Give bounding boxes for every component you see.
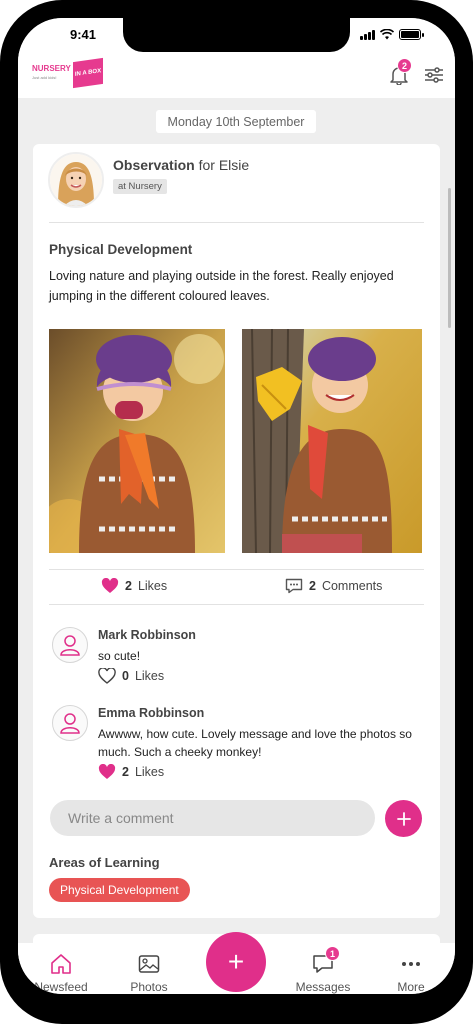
commenter-avatar[interactable] xyxy=(52,705,88,741)
user-icon xyxy=(60,635,80,656)
child-portrait-image xyxy=(50,154,102,206)
comment-likes-count: 2 xyxy=(122,765,129,779)
create-post-button[interactable]: + xyxy=(206,932,266,992)
app-logo[interactable]: NURSERY Just add kids! IN A BOX xyxy=(32,57,103,89)
comments-label: Comments xyxy=(321,579,383,593)
commenter-name: Mark Robbinson xyxy=(98,628,196,642)
app-screen: 9:41 NURSERY Just add kids! IN A BOX 2 M… xyxy=(18,18,455,994)
comment-text: so cute! xyxy=(98,649,141,663)
areas-of-learning-title: Areas of Learning xyxy=(49,855,160,870)
comment-text: Awwww, how cute. Lovely message and love… xyxy=(98,727,412,759)
comment-item: Mark Robbinson so cute! 0 Likes xyxy=(49,627,424,687)
commenter-avatar[interactable] xyxy=(52,627,88,663)
nav-messages[interactable]: 1 Messages xyxy=(283,943,363,994)
device-notch xyxy=(123,18,350,52)
location-tag: at Nursery xyxy=(113,179,167,194)
wifi-icon xyxy=(380,29,394,40)
comment-likes-label: Likes xyxy=(134,765,165,779)
nav-newsfeed[interactable]: Newsfeed xyxy=(21,943,101,994)
nav-more[interactable]: More xyxy=(371,943,451,994)
heart-filled-icon xyxy=(101,578,119,593)
comment-input[interactable] xyxy=(50,800,375,836)
messages-badge: 1 xyxy=(325,946,340,961)
plus-icon xyxy=(396,811,411,826)
observation-card: Observation for Elsie at Nursery Physica… xyxy=(33,144,440,918)
learning-area-tag[interactable]: Physical Development xyxy=(49,878,190,902)
observation-text: Loving nature and playing outside in the… xyxy=(49,269,394,303)
battery-icon xyxy=(399,29,424,40)
heart-filled-icon xyxy=(98,764,116,779)
logo-box: IN A BOX xyxy=(72,57,103,89)
observation-area-title: Physical Development xyxy=(49,242,193,257)
comment-likes-count: 0 xyxy=(122,669,129,683)
filter-button[interactable] xyxy=(424,67,444,83)
child-avatar[interactable] xyxy=(48,152,104,208)
sliders-icon xyxy=(425,67,443,83)
nav-label: More xyxy=(397,980,425,994)
comments-button[interactable]: 2 Comments xyxy=(285,578,382,594)
photos-icon xyxy=(138,955,160,973)
scrollbar[interactable] xyxy=(448,188,451,328)
plus-icon: + xyxy=(227,946,245,977)
likes-label: Likes xyxy=(137,579,168,593)
likes-count: 2 xyxy=(125,579,132,593)
comment-like-button[interactable]: 0 Likes xyxy=(98,668,164,684)
home-icon xyxy=(51,954,71,974)
phone-frame: 9:41 NURSERY Just add kids! IN A BOX 2 M… xyxy=(0,0,473,1024)
observation-photo-1[interactable] xyxy=(49,329,225,553)
observation-photo-2[interactable] xyxy=(242,329,422,553)
comments-count: 2 xyxy=(309,579,316,593)
notification-badge: 2 xyxy=(397,58,412,73)
add-comment-button[interactable] xyxy=(385,800,422,837)
comment-item: Emma Robbinson Awwww, how cute. Lovely m… xyxy=(49,705,424,785)
nav-label: Photos xyxy=(130,980,168,994)
app-header: NURSERY Just add kids! IN A BOX 2 xyxy=(18,54,455,98)
status-icons xyxy=(360,29,424,40)
comment-like-button[interactable]: 2 Likes xyxy=(98,764,164,780)
divider xyxy=(49,222,424,223)
commenter-name: Emma Robbinson xyxy=(98,706,205,720)
user-icon xyxy=(60,713,80,734)
more-icon xyxy=(402,962,420,966)
heart-outline-icon xyxy=(98,668,116,684)
comment-icon xyxy=(285,578,303,594)
date-label: Monday 10th September xyxy=(156,110,316,133)
comment-likes-label: Likes xyxy=(134,669,165,683)
like-button[interactable]: 2 Likes xyxy=(101,578,167,594)
signal-icon xyxy=(360,29,375,40)
observation-title: Observation for Elsie xyxy=(113,157,250,173)
status-time: 9:41 xyxy=(70,27,97,42)
nav-label: Newsfeed xyxy=(34,980,88,994)
nav-photos[interactable]: Photos xyxy=(109,943,189,994)
logo-text: NURSERY Just add kids! xyxy=(32,64,71,80)
newsfeed[interactable]: Monday 10th September Observation for El… xyxy=(18,98,455,943)
nav-label: Messages xyxy=(295,980,351,994)
reactions-bar: 2 Likes 2 Comments xyxy=(49,571,424,601)
divider xyxy=(49,604,424,605)
notifications-button[interactable]: 2 xyxy=(390,58,412,86)
divider xyxy=(49,569,424,570)
